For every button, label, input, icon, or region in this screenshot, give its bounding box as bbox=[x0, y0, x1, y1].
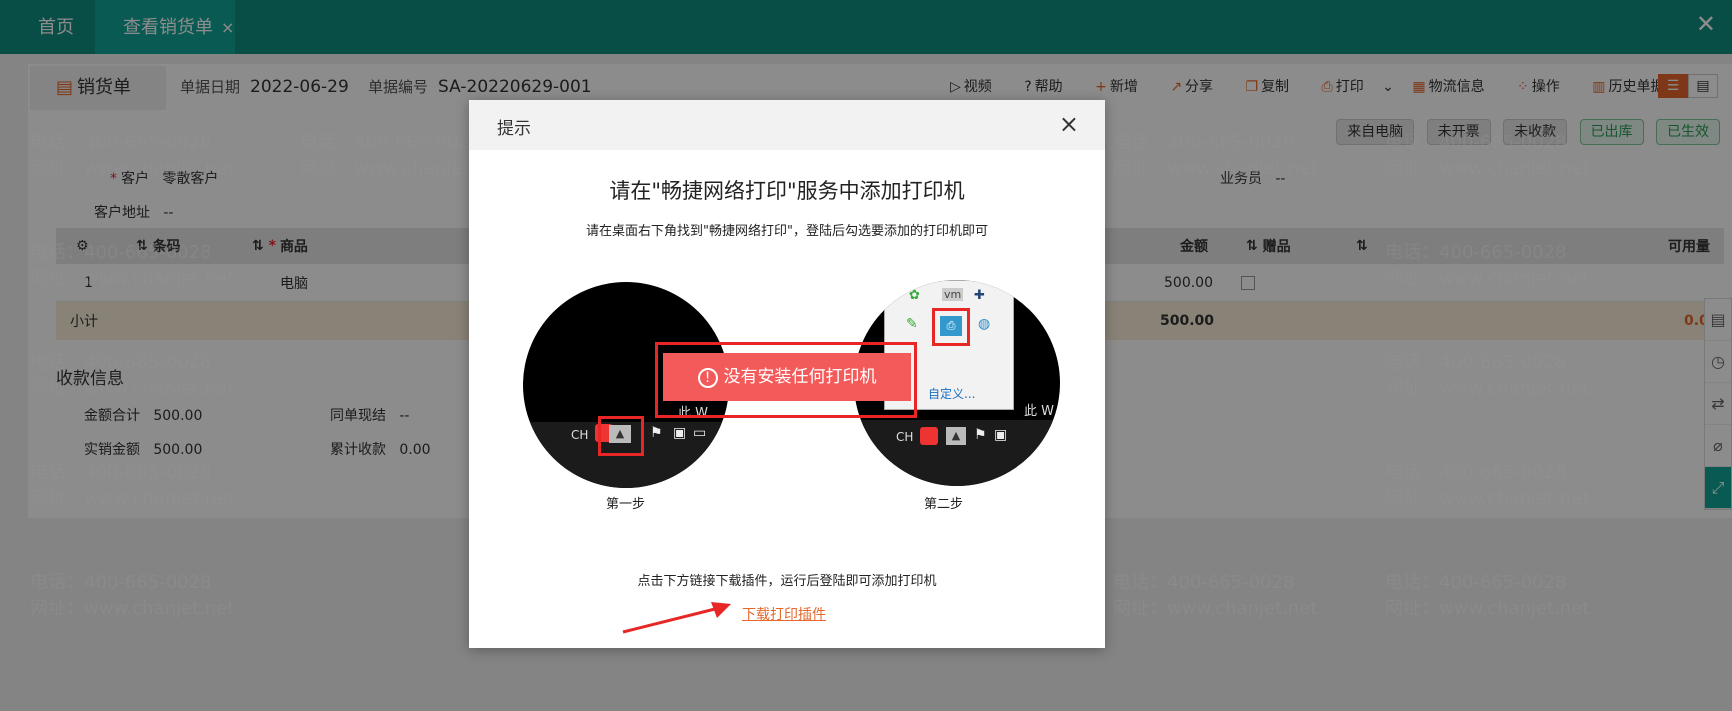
tray-icon-c: ✚ bbox=[974, 288, 985, 303]
globe-icon: ◍ bbox=[978, 316, 991, 332]
step1-label: 第一步 bbox=[606, 497, 646, 512]
tray-app-icon bbox=[920, 427, 938, 445]
clipboard-icon: ▣ bbox=[673, 425, 687, 441]
step2-label: 第二步 bbox=[924, 497, 964, 512]
warning-icon: ! bbox=[697, 368, 718, 388]
close-icon[interactable]: × bbox=[1059, 110, 1079, 138]
dialog-footer-text: 点击下方链接下载插件，运行后登陆即可添加打印机 bbox=[637, 574, 937, 589]
no-printer-banner: ! 没有安装任何打印机 bbox=[663, 353, 911, 401]
flag-icon: ⚑ bbox=[974, 427, 987, 443]
tray-ch-text: CH bbox=[896, 430, 914, 444]
tray-label: 此 W bbox=[1024, 404, 1054, 419]
pointer-arrow-icon bbox=[622, 602, 731, 634]
tray-icon-a: ✿ bbox=[909, 288, 920, 303]
download-plugin-link[interactable]: 下载打印插件 bbox=[742, 604, 826, 624]
dialog-header: 提示 × bbox=[469, 100, 1105, 150]
printer-tray-icon: ⎙ bbox=[940, 316, 962, 336]
tray-icon-d: ✎ bbox=[906, 316, 918, 332]
network-icon: ▭ bbox=[693, 425, 707, 441]
banner-text: 没有安装任何打印机 bbox=[723, 367, 877, 387]
dialog-description: 请在桌面右下角找到"畅捷网络打印"，登陆后勾选要添加的打印机即可 bbox=[586, 224, 988, 239]
tray-expand-icon: ▲ bbox=[946, 427, 966, 445]
tray-expand-icon: ▲ bbox=[609, 425, 631, 443]
dialog-heading: 请在"畅捷网络打印"服务中添加打印机 bbox=[609, 179, 965, 203]
tray-ch-text: CH bbox=[571, 428, 589, 442]
flag-icon: ⚑ bbox=[650, 425, 663, 441]
print-setup-dialog: 提示 × 请在"畅捷网络打印"服务中添加打印机 请在桌面右下角找到"畅捷网络打印… bbox=[469, 100, 1105, 648]
dialog-title: 提示 bbox=[497, 119, 531, 139]
clipboard-icon: ▣ bbox=[994, 427, 1008, 443]
tray-icon-b: vm bbox=[942, 288, 964, 301]
custom-link: 自定义... bbox=[928, 387, 976, 401]
